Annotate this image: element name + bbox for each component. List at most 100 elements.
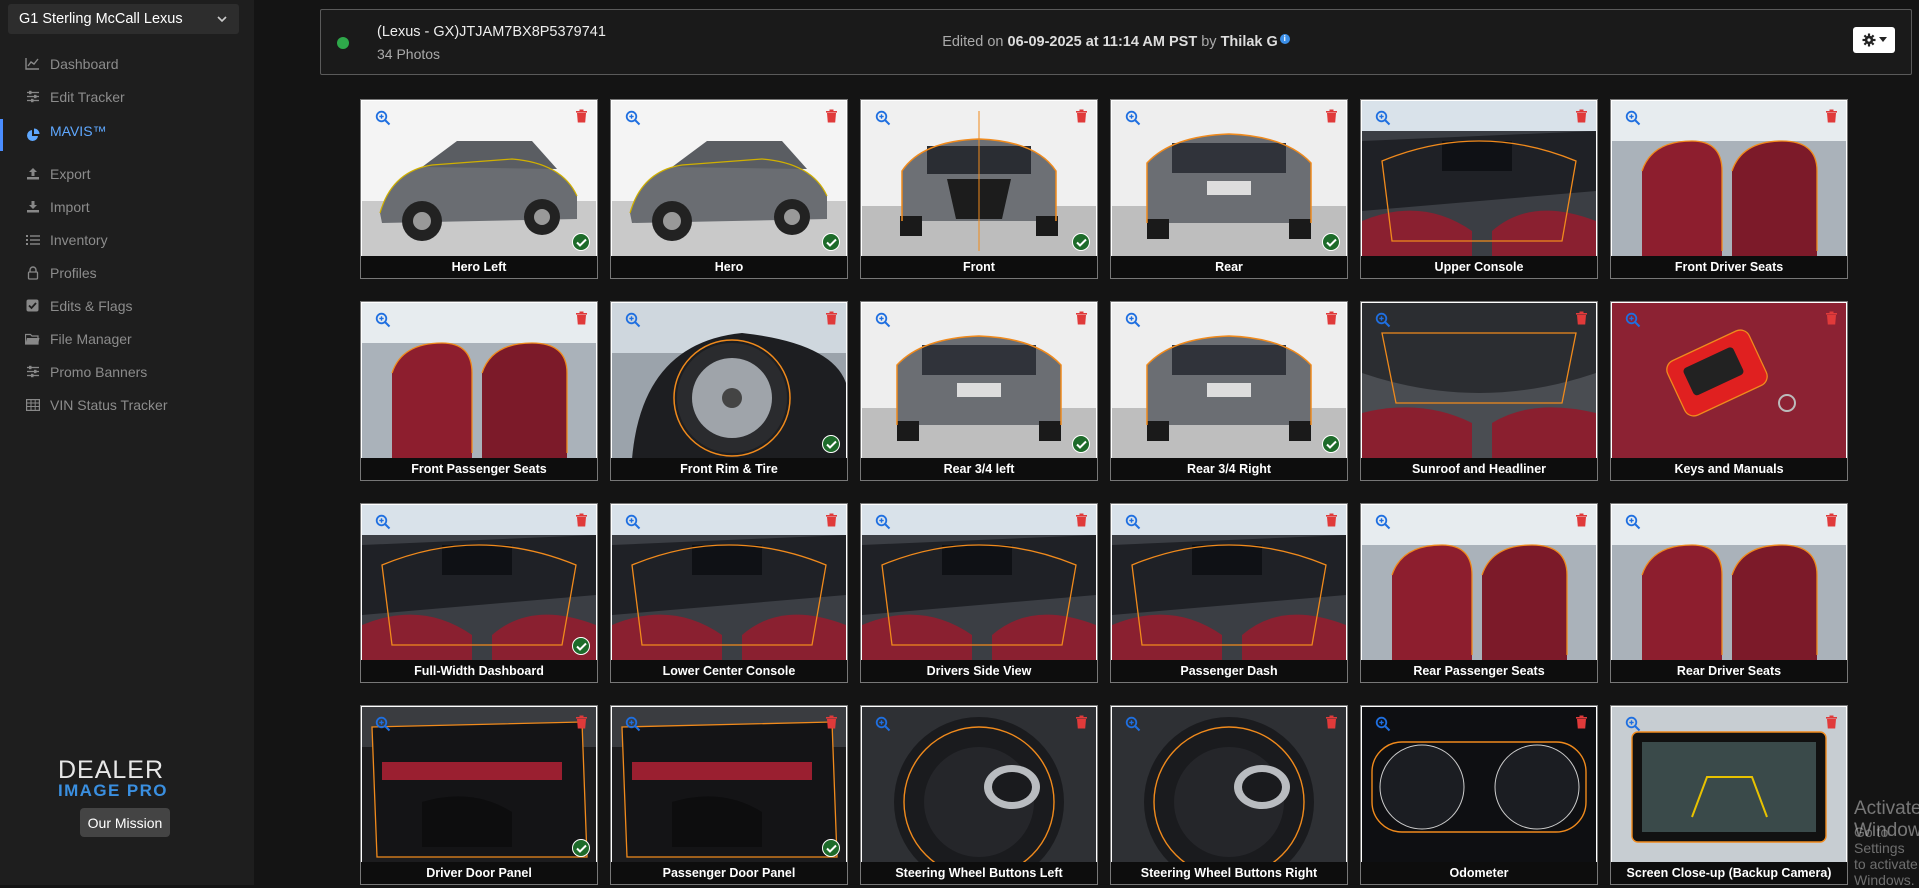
sidebar-item-edits-flags[interactable]: Edits & Flags: [0, 289, 254, 322]
trash-icon[interactable]: [1325, 311, 1338, 325]
zoom-in-icon[interactable]: [1375, 716, 1391, 732]
vehicle-photo[interactable]: [362, 707, 596, 863]
zoom-in-icon[interactable]: [1625, 716, 1641, 732]
photo-tile[interactable]: Rear Driver Seats: [1610, 503, 1848, 683]
sidebar-item-file-manager[interactable]: File Manager: [0, 322, 254, 355]
photo-tile[interactable]: Keys and Manuals: [1610, 301, 1848, 481]
trash-icon[interactable]: [1575, 715, 1588, 729]
vehicle-photo[interactable]: [1112, 707, 1346, 863]
trash-icon[interactable]: [1325, 513, 1338, 527]
vehicle-photo[interactable]: [862, 303, 1096, 459]
zoom-in-icon[interactable]: [375, 716, 391, 732]
zoom-in-icon[interactable]: [375, 110, 391, 126]
photo-tile[interactable]: Hero Left: [360, 99, 598, 279]
vehicle-photo[interactable]: [1612, 101, 1846, 257]
vehicle-photo[interactable]: [862, 505, 1096, 661]
photo-tile[interactable]: Passenger Door Panel: [610, 705, 848, 885]
sidebar-item-profiles[interactable]: Profiles: [0, 256, 254, 289]
trash-icon[interactable]: [1825, 513, 1838, 527]
sidebar-item-edit-tracker[interactable]: Edit Tracker: [0, 80, 254, 113]
trash-icon[interactable]: [1075, 513, 1088, 527]
zoom-in-icon[interactable]: [625, 514, 641, 530]
vehicle-photo[interactable]: [862, 707, 1096, 863]
vehicle-photo[interactable]: [1112, 505, 1346, 661]
vehicle-photo[interactable]: [362, 303, 596, 459]
photo-tile[interactable]: Odometer: [1360, 705, 1598, 885]
trash-icon[interactable]: [1075, 715, 1088, 729]
sidebar-item-import[interactable]: Import: [0, 190, 254, 223]
photo-tile[interactable]: Rear 3/4 left: [860, 301, 1098, 481]
trash-icon[interactable]: [825, 513, 838, 527]
zoom-in-icon[interactable]: [1125, 716, 1141, 732]
trash-icon[interactable]: [575, 513, 588, 527]
trash-icon[interactable]: [825, 715, 838, 729]
trash-icon[interactable]: [575, 715, 588, 729]
vehicle-photo[interactable]: [862, 101, 1096, 257]
photo-tile[interactable]: Passenger Dash: [1110, 503, 1348, 683]
photo-tile[interactable]: Rear Passenger Seats: [1360, 503, 1598, 683]
zoom-in-icon[interactable]: [1125, 110, 1141, 126]
trash-icon[interactable]: [1325, 109, 1338, 123]
photo-tile[interactable]: Sunroof and Headliner: [1360, 301, 1598, 481]
zoom-in-icon[interactable]: [1375, 110, 1391, 126]
zoom-in-icon[interactable]: [375, 312, 391, 328]
photo-tile[interactable]: Rear: [1110, 99, 1348, 279]
sidebar-item-mavis[interactable]: MAVIS™: [0, 113, 254, 157]
vehicle-photo[interactable]: [612, 505, 846, 661]
photo-tile[interactable]: Front Rim & Tire: [610, 301, 848, 481]
zoom-in-icon[interactable]: [875, 514, 891, 530]
trash-icon[interactable]: [575, 109, 588, 123]
vehicle-photo[interactable]: [612, 707, 846, 863]
vehicle-photo[interactable]: [1612, 505, 1846, 661]
settings-dropdown-button[interactable]: [1853, 27, 1895, 53]
photo-tile[interactable]: Front: [860, 99, 1098, 279]
zoom-in-icon[interactable]: [1125, 514, 1141, 530]
zoom-in-icon[interactable]: [625, 716, 641, 732]
zoom-in-icon[interactable]: [1375, 312, 1391, 328]
sidebar-item-export[interactable]: Export: [0, 157, 254, 190]
vehicle-photo[interactable]: [1112, 101, 1346, 257]
vehicle-photo[interactable]: [1112, 303, 1346, 459]
zoom-in-icon[interactable]: [875, 716, 891, 732]
zoom-in-icon[interactable]: [625, 110, 641, 126]
vehicle-photo[interactable]: [612, 101, 846, 257]
trash-icon[interactable]: [1075, 109, 1088, 123]
trash-icon[interactable]: [1825, 311, 1838, 325]
zoom-in-icon[interactable]: [875, 110, 891, 126]
zoom-in-icon[interactable]: [1375, 514, 1391, 530]
trash-icon[interactable]: [1825, 109, 1838, 123]
sidebar-item-promo-banners[interactable]: Promo Banners: [0, 355, 254, 388]
photo-tile[interactable]: Drivers Side View: [860, 503, 1098, 683]
photo-tile[interactable]: Screen Close-up (Backup Camera): [1610, 705, 1848, 885]
zoom-in-icon[interactable]: [1625, 110, 1641, 126]
zoom-in-icon[interactable]: [625, 312, 641, 328]
sidebar-item-inventory[interactable]: Inventory: [0, 223, 254, 256]
photo-tile[interactable]: Steering Wheel Buttons Right: [1110, 705, 1348, 885]
vehicle-photo[interactable]: [1362, 505, 1596, 661]
photo-tile[interactable]: Driver Door Panel: [360, 705, 598, 885]
trash-icon[interactable]: [1075, 311, 1088, 325]
vehicle-photo[interactable]: [1362, 707, 1596, 863]
trash-icon[interactable]: [1325, 715, 1338, 729]
dealer-select[interactable]: G1 Sterling McCall Lexus: [8, 4, 239, 34]
zoom-in-icon[interactable]: [1125, 312, 1141, 328]
trash-icon[interactable]: [1575, 311, 1588, 325]
vehicle-photo[interactable]: [362, 101, 596, 257]
photo-tile[interactable]: Rear 3/4 Right: [1110, 301, 1348, 481]
zoom-in-icon[interactable]: [1625, 514, 1641, 530]
photo-tile[interactable]: Upper Console: [1360, 99, 1598, 279]
vehicle-photo[interactable]: [1612, 707, 1846, 863]
vehicle-photo[interactable]: [362, 505, 596, 661]
photo-tile[interactable]: Steering Wheel Buttons Left: [860, 705, 1098, 885]
zoom-in-icon[interactable]: [375, 514, 391, 530]
photo-tile[interactable]: Front Passenger Seats: [360, 301, 598, 481]
trash-icon[interactable]: [575, 311, 588, 325]
photo-tile[interactable]: Lower Center Console: [610, 503, 848, 683]
trash-icon[interactable]: [825, 311, 838, 325]
zoom-in-icon[interactable]: [1625, 312, 1641, 328]
trash-icon[interactable]: [1575, 513, 1588, 527]
info-icon[interactable]: i: [1279, 34, 1290, 44]
photo-tile[interactable]: Hero: [610, 99, 848, 279]
vehicle-photo[interactable]: [1612, 303, 1846, 459]
vehicle-photo[interactable]: [612, 303, 846, 459]
